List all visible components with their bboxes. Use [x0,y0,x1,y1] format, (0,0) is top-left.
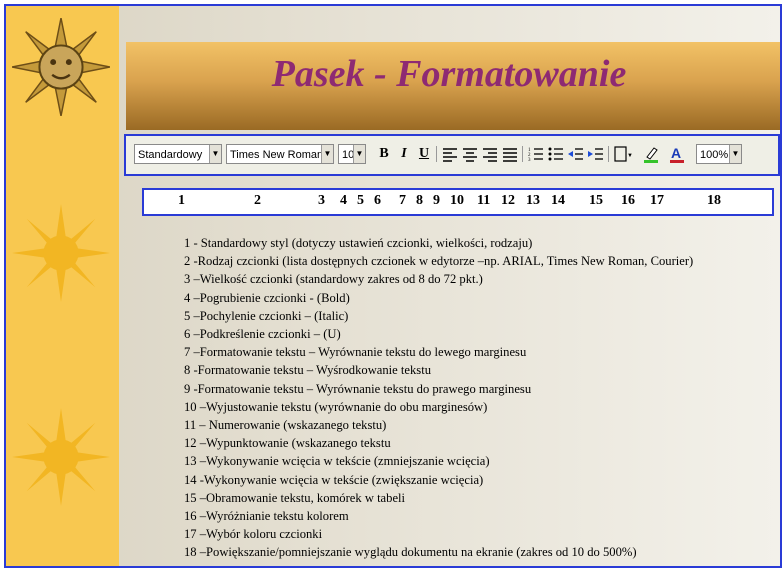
sun-icon [12,204,110,302]
zoom-combo[interactable]: 100% ▼ [696,144,742,164]
chevron-down-icon[interactable]: ▼ [209,145,221,163]
number-label: 2 [254,193,261,208]
left-decoration-strip [6,6,119,566]
number-label: 11 [477,193,491,208]
numbering-icon[interactable]: 123 [526,144,546,164]
font-combo-value: Times New Roman [230,149,324,161]
list-item: 11 – Numerowanie (wskazanego tekstu) [184,418,387,433]
italic-button[interactable]: I [394,144,414,164]
list-item: 1 - Standardowy styl (dotyczy ustawień c… [184,236,533,250]
number-label: 18 [707,193,721,208]
align-right-icon[interactable] [480,144,500,164]
list-item: 14 -Wykonywanie wcięcia w tekście (zwięk… [184,472,484,487]
number-label: 12 [501,193,515,208]
number-label: 15 [589,193,603,208]
number-label: 7 [399,193,406,208]
increase-indent-icon[interactable] [586,144,606,164]
svg-text:▼: ▼ [627,153,632,159]
font-color-icon[interactable]: A [668,144,688,164]
list-item: 8 -Formatowanie tekstu – Wyśrodkowanie t… [184,363,431,378]
list-item: 2 -Rodzaj czcionki (lista dostępnych czc… [184,254,694,269]
description-list: 1 - Standardowy styl (dotyczy ustawień c… [184,234,774,562]
number-label: 4 [340,193,347,208]
style-combo-value: Standardowy [138,149,203,161]
decrease-indent-icon[interactable] [566,144,586,164]
chevron-down-icon[interactable]: ▼ [321,145,333,163]
bullets-icon[interactable] [546,144,566,164]
number-label: 10 [450,193,464,208]
list-item: 5 –Pochylenie czcionki – (Italic) [184,308,349,323]
list-item: 16 –Wyróżnianie tekstu kolorem [184,509,349,524]
list-item: 4 –Pogrubienie czcionki - (Bold) [184,290,350,305]
number-label: 5 [357,193,364,208]
justify-icon[interactable] [500,144,520,164]
chevron-down-icon[interactable]: ▼ [729,145,741,163]
separator [436,146,437,162]
chevron-down-icon[interactable]: ▼ [353,145,365,163]
slide: Pasek - Formatowanie Standardowy ▼ Times… [4,4,782,568]
list-item: 15 –Obramowanie tekstu, komórek w tabeli [184,490,406,505]
svg-text:3: 3 [528,158,531,163]
border-icon[interactable]: ▼ [612,144,632,164]
list-item: 10 –Wyjustowanie tekstu (wyrównanie do o… [184,399,488,414]
list-item: 18 –Powiększanie/pomniejszanie wyglądu d… [184,545,637,560]
list-item: 6 –Podkreślenie czcionki – (U) [184,327,341,342]
number-label: 13 [526,193,540,208]
number-label: 14 [551,193,565,208]
sun-icon [12,408,110,506]
highlight-icon[interactable] [642,144,662,164]
separator [522,146,523,162]
number-label: 1 [178,193,185,208]
list-item: 3 –Wielkość czcionki (standardowy zakres… [184,272,483,287]
list-item: 9 -Formatowanie tekstu – Wyrównanie teks… [184,381,532,396]
formatting-toolbar: Standardowy ▼ Times New Roman ▼ 10 ▼ B I… [124,134,780,176]
style-combo[interactable]: Standardowy ▼ [134,144,222,164]
svg-text:A: A [671,145,681,161]
list-item: 13 –Wykonywanie wcięcia w tekście (zmnie… [184,454,490,469]
list-item: 7 –Formatowanie tekstu – Wyrównanie teks… [184,345,527,360]
number-label: 8 [416,193,423,208]
number-label: 3 [318,193,325,208]
font-combo[interactable]: Times New Roman ▼ [226,144,334,164]
sun-face-icon [12,18,110,116]
number-legend: 1 2 3 4 5 6 7 8 9 10 11 12 13 14 15 16 1… [142,188,774,216]
number-label: 6 [374,193,381,208]
size-combo[interactable]: 10 ▼ [338,144,366,164]
align-left-icon[interactable] [440,144,460,164]
separator [608,146,609,162]
zoom-combo-value: 100% [700,149,729,161]
underline-button[interactable]: U [414,144,434,164]
bold-button[interactable]: B [374,144,394,164]
list-item: 17 –Wybór koloru czcionki [184,527,323,542]
number-label: 17 [650,193,664,208]
page-title: Pasek - Formatowanie [271,53,627,95]
number-label: 16 [621,193,635,208]
number-label: 9 [433,193,440,208]
list-item: 12 –Wypunktowanie (wskazanego tekstu [184,436,391,451]
align-center-icon[interactable] [460,144,480,164]
